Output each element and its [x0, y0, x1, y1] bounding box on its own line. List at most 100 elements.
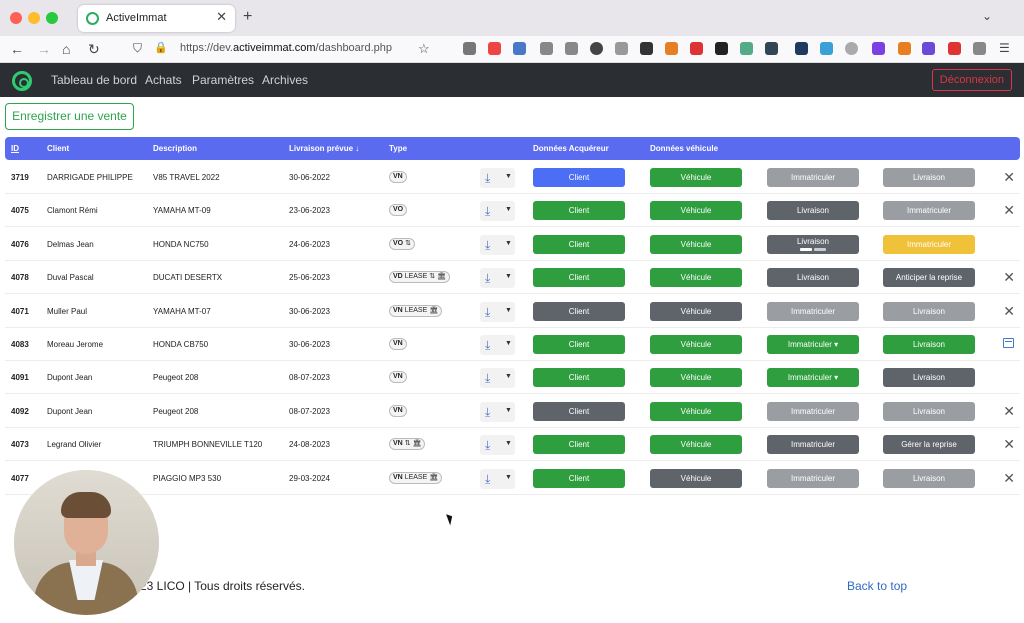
extension-icon[interactable]	[590, 42, 603, 55]
vehicle-data-button[interactable]: Véhicule	[650, 168, 742, 187]
extension-icon[interactable]	[845, 42, 858, 55]
app-logo-icon[interactable]	[12, 71, 32, 91]
extension-icon[interactable]	[665, 42, 678, 55]
action-button-4[interactable]: Livraison	[883, 468, 975, 488]
library-icon[interactable]	[540, 42, 553, 55]
extension-icon[interactable]	[765, 42, 778, 55]
action-button-4[interactable]: Anticiper la reprise	[883, 268, 975, 288]
header-description[interactable]: Description	[153, 144, 197, 153]
row-id[interactable]: 4091	[11, 373, 29, 382]
action-button-4[interactable]: Livraison	[883, 335, 975, 354]
action-button-4[interactable]: Livraison	[883, 368, 975, 388]
buyer-data-button[interactable]: Client	[533, 301, 625, 321]
browser-tab[interactable]: ActiveImmat ✕	[78, 5, 235, 32]
download-dropdown[interactable]: ⤓ ▼	[480, 234, 515, 255]
minimize-window-button[interactable]	[28, 12, 40, 24]
vehicle-data-button[interactable]: Véhicule	[650, 301, 742, 321]
shield-icon[interactable]: ⛉	[133, 41, 142, 56]
delete-icon[interactable]: ✕	[1003, 202, 1015, 219]
header-delivery[interactable]: Livraison prévue ↓	[289, 144, 359, 153]
vehicle-data-button[interactable]: Véhicule	[650, 468, 742, 488]
extension-icon[interactable]	[898, 42, 911, 55]
reload-icon[interactable]: ↻	[88, 41, 100, 58]
download-dropdown[interactable]: ⤓ ▼	[480, 468, 515, 489]
download-dropdown[interactable]: ⤓ ▼	[480, 268, 515, 289]
delete-icon[interactable]: ✕	[1003, 303, 1015, 320]
tab-list-icon[interactable]: ⌄	[982, 9, 992, 23]
row-id[interactable]: 4083	[11, 340, 29, 349]
delete-icon[interactable]: ✕	[1003, 403, 1015, 420]
vehicle-data-button[interactable]: Véhicule	[650, 401, 742, 421]
vehicle-data-button[interactable]: Véhicule	[650, 435, 742, 455]
archive-icon[interactable]	[1003, 338, 1014, 348]
action-button-3[interactable]: Immatriculer	[767, 401, 859, 421]
action-button-3[interactable]: Immatriculer	[767, 435, 859, 455]
new-tab-icon[interactable]: +	[243, 8, 252, 26]
buyer-data-button[interactable]: Client	[533, 335, 625, 354]
download-dropdown[interactable]: ⤓ ▼	[480, 401, 515, 422]
action-button-3[interactable]: Livraison	[767, 201, 859, 221]
action-button-3[interactable]: Livraison	[767, 234, 859, 254]
back-to-top-link[interactable]: Back to top	[847, 579, 907, 593]
download-dropdown[interactable]: ⤓ ▼	[480, 168, 515, 188]
extension-icon[interactable]	[640, 42, 653, 55]
extension-icon[interactable]	[795, 42, 808, 55]
register-sale-button[interactable]: Enregistrer une vente	[5, 103, 134, 130]
extension-icon[interactable]	[615, 42, 628, 55]
action-button-4[interactable]: Immatriculer	[883, 201, 975, 221]
row-id[interactable]: 4092	[11, 407, 29, 416]
row-id[interactable]: 4076	[11, 240, 29, 249]
download-dropdown[interactable]: ⤓ ▼	[480, 368, 515, 389]
vehicle-data-button[interactable]: Véhicule	[650, 234, 742, 254]
back-icon[interactable]: ←	[10, 41, 24, 57]
row-id[interactable]: 4078	[11, 273, 29, 282]
buyer-data-button[interactable]: Client	[533, 168, 625, 187]
logout-button[interactable]: Déconnexion	[931, 69, 1012, 91]
vehicle-data-button[interactable]: Véhicule	[650, 335, 742, 354]
nav-purchases[interactable]: Achats	[145, 73, 182, 87]
row-id[interactable]: 4075	[11, 206, 29, 215]
buyer-data-button[interactable]: Client	[533, 201, 625, 221]
forward-icon[interactable]: →	[37, 41, 51, 57]
action-button-3[interactable]: Immatriculer	[767, 168, 859, 187]
action-button-4[interactable]: Livraison	[883, 168, 975, 187]
action-button-4[interactable]: Livraison	[883, 301, 975, 321]
url-bar[interactable]: https://dev.activeimmat.com/dashboard.ph…	[180, 42, 392, 54]
close-tab-icon[interactable]: ✕	[216, 9, 227, 25]
action-button-3[interactable]: Immatriculer	[767, 468, 859, 488]
download-dropdown[interactable]: ⤓ ▼	[480, 335, 515, 355]
bookmark-star-icon[interactable]: ☆	[418, 41, 430, 57]
action-button-3[interactable]: Immatriculer ▾	[767, 335, 859, 354]
vehicle-data-button[interactable]: Véhicule	[650, 368, 742, 388]
download-dropdown[interactable]: ⤓ ▼	[480, 201, 515, 222]
delete-icon[interactable]: ✕	[1003, 470, 1015, 487]
action-button-3[interactable]: Immatriculer	[767, 301, 859, 321]
sidebar-icon[interactable]	[565, 42, 578, 55]
vehicle-data-button[interactable]: Véhicule	[650, 201, 742, 221]
buyer-data-button[interactable]: Client	[533, 268, 625, 288]
buyer-data-button[interactable]: Client	[533, 401, 625, 421]
download-icon[interactable]	[513, 42, 526, 55]
buyer-data-button[interactable]: Client	[533, 435, 625, 455]
buyer-data-button[interactable]: Client	[533, 234, 625, 254]
download-dropdown[interactable]: ⤓ ▼	[480, 301, 515, 322]
row-id[interactable]: 4071	[11, 307, 29, 316]
header-type[interactable]: Type	[389, 144, 407, 153]
extension-icon[interactable]	[820, 42, 833, 55]
buyer-data-button[interactable]: Client	[533, 368, 625, 388]
extension-icon[interactable]	[740, 42, 753, 55]
row-id[interactable]: 3719	[11, 173, 29, 182]
vehicle-data-button[interactable]: Véhicule	[650, 268, 742, 288]
nav-settings[interactable]: Paramètres	[192, 73, 254, 87]
delete-icon[interactable]: ✕	[1003, 436, 1015, 453]
pocket-icon[interactable]	[488, 42, 501, 55]
action-button-3[interactable]: Livraison	[767, 268, 859, 288]
action-button-4[interactable]: Immatriculer	[883, 234, 975, 254]
extension-icon[interactable]	[872, 42, 885, 55]
menu-icon[interactable]: ☰	[999, 41, 1010, 55]
extension-icon[interactable]	[715, 42, 728, 55]
download-dropdown[interactable]: ⤓ ▼	[480, 435, 515, 456]
extension-icon[interactable]	[973, 42, 986, 55]
delete-icon[interactable]: ✕	[1003, 169, 1015, 186]
buyer-data-button[interactable]: Client	[533, 468, 625, 488]
